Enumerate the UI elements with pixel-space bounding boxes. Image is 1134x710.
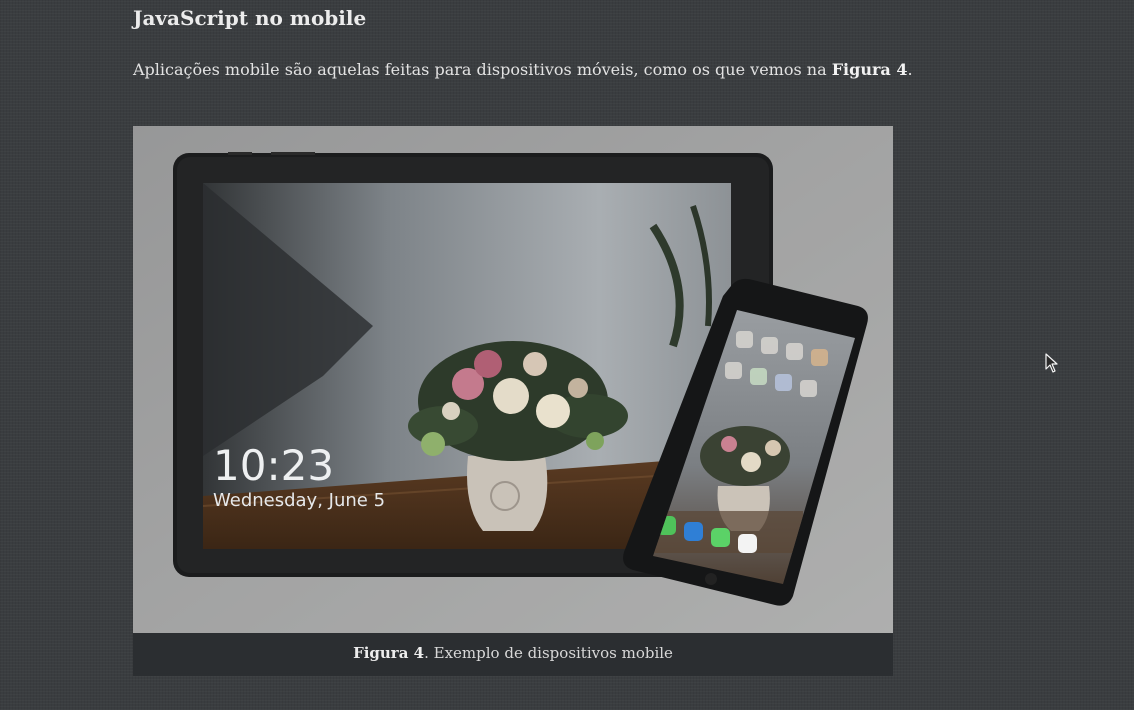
section-heading: JavaScript no mobile <box>133 6 367 30</box>
figure-mobile-devices: 10:23 Wednesday, June 5 Figura 4. Exempl… <box>133 126 893 676</box>
figure-reference: Figura 4 <box>831 60 908 79</box>
intro-paragraph: Aplicações mobile são aquelas feitas par… <box>133 58 913 82</box>
paragraph-text: Aplicações mobile são aquelas feitas par… <box>133 60 832 79</box>
caption-text: . Exemplo de dispositivos mobile <box>424 644 673 662</box>
caption-figure-ref: Figura 4 <box>353 644 425 662</box>
figure-caption: Figura 4. Exemplo de dispositivos mobile <box>133 633 893 676</box>
tablet-time-text: 10:23 <box>213 441 334 490</box>
tablet-date-text: Wednesday, June 5 <box>213 490 385 511</box>
arrow-pointer-icon <box>1045 353 1058 373</box>
devices-photo: 10:23 Wednesday, June 5 <box>133 126 893 633</box>
paragraph-end: . <box>907 60 913 79</box>
